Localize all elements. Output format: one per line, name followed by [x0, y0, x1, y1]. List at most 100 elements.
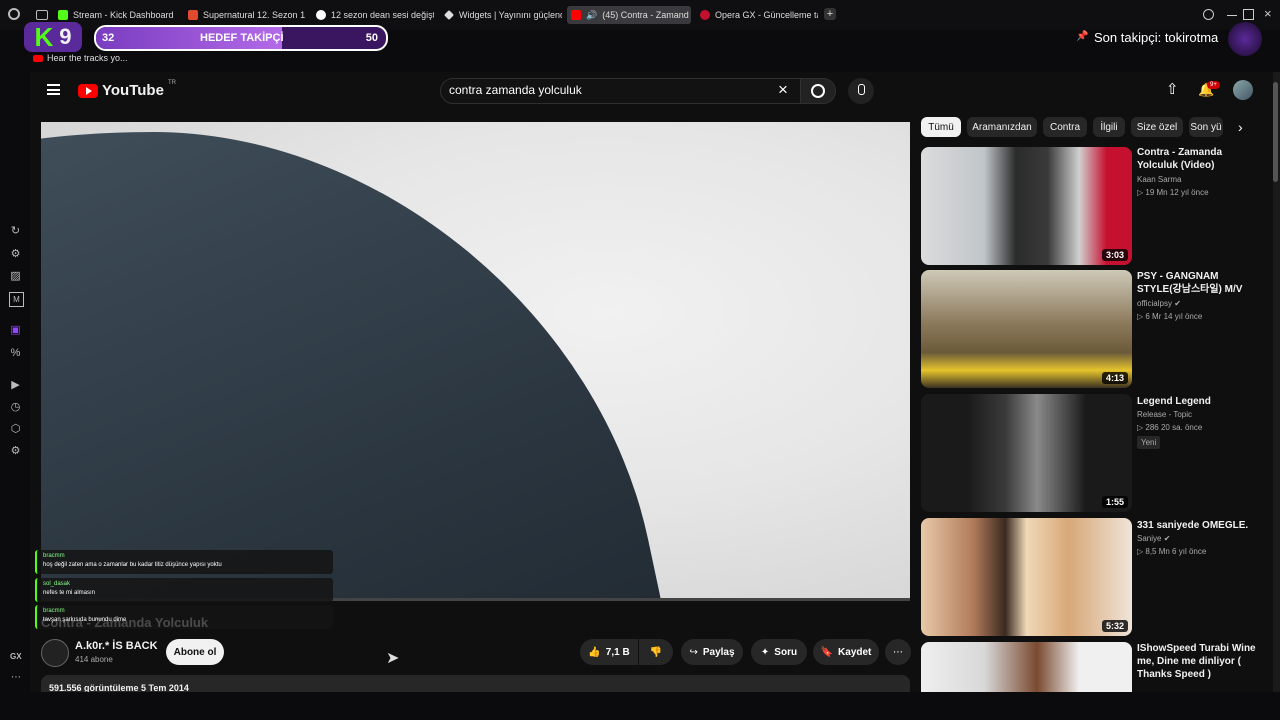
widgets-favicon-icon — [444, 10, 454, 20]
duration-badge: 4:13 — [1101, 372, 1128, 384]
hamburger-menu-icon[interactable] — [47, 84, 60, 95]
chip-label: Size özel — [1136, 121, 1178, 133]
related-thumbnail[interactable]: 5:32 — [921, 518, 1132, 636]
account-avatar[interactable] — [1233, 80, 1253, 100]
search-input-value[interactable]: contra zamanda yolculuk — [449, 83, 582, 97]
subscribe-button[interactable]: Abone ol — [166, 639, 224, 665]
voice-search-button[interactable] — [848, 78, 874, 104]
tab-youtube-active[interactable]: 🔊 (45) Contra - Zamand — [567, 6, 691, 24]
google-favicon-icon — [316, 10, 326, 20]
share-label: Paylaş — [702, 646, 735, 658]
like-button[interactable]: 👍 7,1 B — [580, 639, 638, 665]
microphone-icon — [858, 84, 865, 95]
browser-search-icon[interactable] — [1203, 9, 1214, 20]
tab-google-search[interactable]: 12 sezon dean sesi değişti — [316, 6, 434, 24]
tab-opera-gx[interactable]: Opera GX - Güncelleme ta — [700, 6, 818, 24]
chip-all[interactable]: Tümü — [921, 117, 961, 137]
new-tab-icon[interactable]: + — [824, 8, 836, 20]
window-close-icon[interactable]: × — [1264, 6, 1272, 21]
dislike-button[interactable]: 👎 — [639, 639, 673, 665]
verified-icon: ✔ — [1174, 299, 1181, 308]
video-player[interactable] — [41, 122, 910, 598]
search-icon — [811, 84, 825, 98]
related-channel-name: Saniye — [1137, 534, 1162, 543]
related-channel[interactable]: Release - Topic — [1137, 410, 1192, 419]
share-icon: ↪ — [689, 646, 698, 658]
kick-badge: K 9 — [24, 22, 82, 52]
duration-badge: 3:03 — [1101, 249, 1128, 261]
related-title[interactable]: IShowSpeed Turabi Wine me, Dine me dinli… — [1137, 642, 1257, 681]
twitch-icon[interactable]: ▣ — [9, 324, 22, 337]
tab-label: 12 sezon dean sesi değişti — [331, 10, 434, 20]
ask-button[interactable]: ✦ Soru — [751, 639, 807, 665]
chip-label: Aramanızdan — [972, 121, 1032, 133]
chat-message: bracmm hoş değil zaten ama o zamanlar bu… — [35, 550, 333, 574]
related-thumbnail[interactable]: 3:03 — [921, 147, 1132, 265]
chip-contra[interactable]: Contra — [1043, 117, 1087, 137]
channel-avatar[interactable] — [41, 639, 69, 667]
bottom-bar — [0, 692, 1280, 720]
chip-for-you[interactable]: Size özel — [1131, 117, 1183, 137]
save-label: Kaydet — [838, 646, 872, 658]
ask-label: Soru — [774, 646, 798, 658]
site-favicon-icon — [188, 10, 198, 20]
window-maximize-icon[interactable] — [1243, 9, 1254, 20]
window-minimize-icon[interactable] — [1227, 15, 1237, 16]
video-frame-coat — [41, 132, 681, 598]
extensions-icon[interactable]: ⬡ — [9, 423, 22, 436]
gx-cleaner-icon[interactable]: ▨ — [9, 270, 22, 283]
related-title[interactable]: PSY - GANGNAM STYLE(강남스타일) M/V — [1137, 270, 1257, 296]
history-icon[interactable]: ◷ — [9, 401, 22, 414]
kick-logo-icon: K — [34, 21, 54, 52]
related-title[interactable]: 331 saniyede OMEGLE. — [1137, 519, 1257, 532]
tab-widgets[interactable]: Widgets | Yayınını güçlend — [444, 6, 562, 24]
related-channel[interactable]: Saniye ✔ — [1137, 534, 1170, 543]
youtube-favicon-icon — [571, 10, 581, 20]
more-icon[interactable]: ⋯ — [11, 672, 21, 683]
related-thumbnail[interactable]: 4:13 — [921, 270, 1132, 388]
gx-label[interactable]: GX — [10, 652, 22, 661]
follower-goal-bar: 32 HEDEF TAKİPÇİ 50 — [94, 25, 388, 51]
related-title[interactable]: Legend Legend — [1137, 395, 1257, 408]
related-channel[interactable]: Kaan Sarma — [1137, 175, 1181, 184]
clear-search-icon[interactable]: × — [778, 80, 788, 100]
tab-manager-icon[interactable] — [36, 10, 48, 20]
tab-label: Opera GX - Güncelleme ta — [715, 10, 818, 20]
related-thumbnail[interactable] — [921, 642, 1132, 692]
tab-supernatural[interactable]: Supernatural 12. Sezon 1. B — [188, 6, 306, 24]
goal-target: 50 — [365, 32, 378, 44]
related-title[interactable]: Contra - Zamanda Yolculuk (Video) — [1137, 146, 1257, 172]
settings-icon[interactable]: ⚙ — [9, 445, 22, 458]
gx-control-icon[interactable]: ⚙ — [9, 248, 22, 261]
save-button[interactable]: 🔖 Kaydet — [813, 639, 879, 665]
related-channel[interactable]: officialpsy ✔ — [1137, 299, 1181, 308]
related-thumbnail[interactable]: 1:55 — [921, 394, 1132, 512]
chip-from-search[interactable]: Aramanızdan — [967, 117, 1037, 137]
notification-count-badge: 9+ — [1207, 81, 1220, 89]
speaker-icon[interactable]: 🔊 — [586, 10, 597, 21]
scrollbar-thumb[interactable] — [1273, 82, 1278, 182]
chip-recent[interactable]: Son yü — [1189, 117, 1223, 137]
opera-menu-icon[interactable] — [8, 8, 20, 20]
percent-icon[interactable]: % — [9, 347, 22, 360]
opera-favicon-icon — [700, 10, 710, 20]
youtube-logo[interactable]: YouTube TR — [78, 80, 176, 99]
tab-label: Stream - Kick Dashboard — [73, 10, 174, 20]
related-meta: ▷ 19 Mn 12 yıl önce — [1137, 188, 1209, 197]
messenger-icon[interactable]: M — [9, 292, 24, 307]
channel-name[interactable]: A.k0r.* İS BACK — [75, 640, 158, 652]
chevron-right-icon[interactable]: › — [1238, 119, 1243, 135]
verified-icon: ✔ — [1163, 534, 1171, 543]
bookmark-icon: 🔖 — [820, 646, 834, 658]
duration-badge: 1:55 — [1101, 496, 1128, 508]
more-actions-button[interactable]: ⋯ — [885, 639, 911, 665]
upload-icon[interactable]: ⇧ — [1166, 80, 1179, 98]
player-icon[interactable]: ▶ — [9, 379, 22, 392]
search-button[interactable] — [800, 78, 836, 104]
chat-username: bracmm — [43, 608, 65, 614]
share-button[interactable]: ↪ Paylaş — [681, 639, 743, 665]
speed-dial-icon[interactable]: ↻ — [9, 225, 22, 238]
related-channel-name: officialpsy — [1137, 299, 1172, 308]
pin-icon: 📌 — [1076, 31, 1089, 42]
chip-related[interactable]: İlgili — [1093, 117, 1125, 137]
